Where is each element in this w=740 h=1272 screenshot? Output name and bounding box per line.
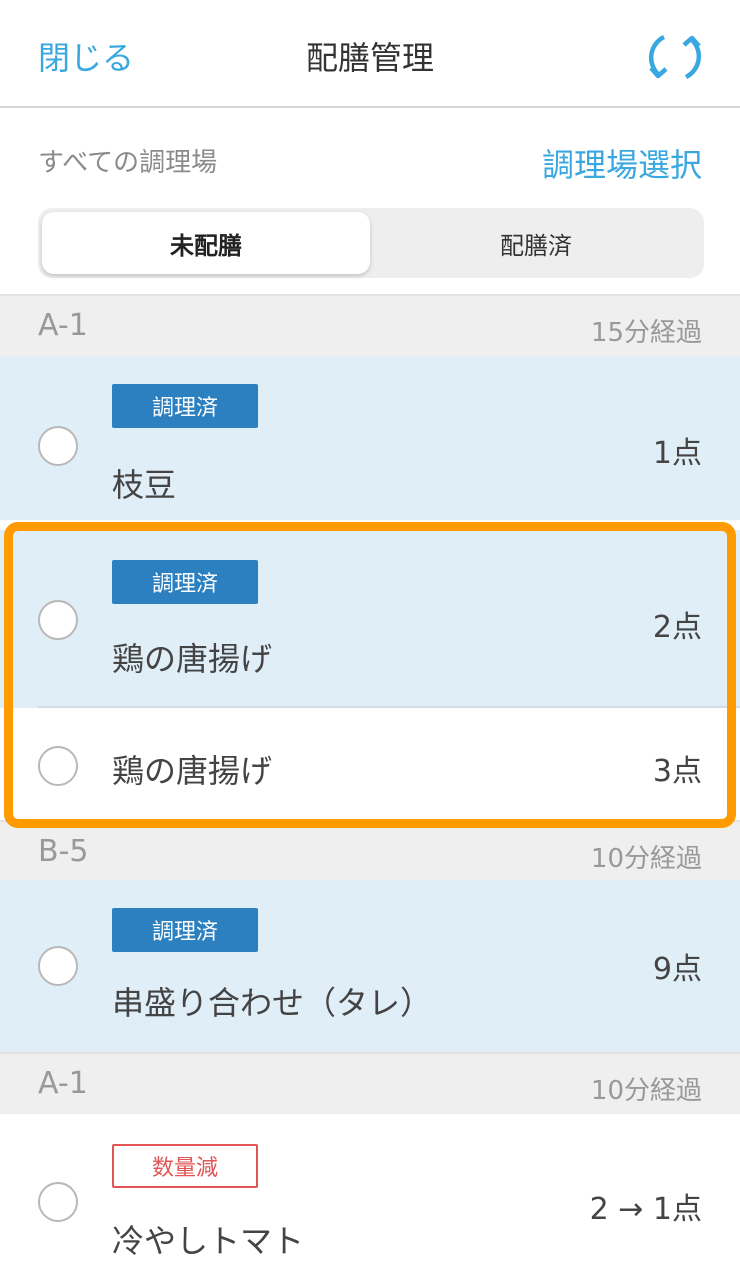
tab-served[interactable]: 配膳済 — [372, 212, 700, 274]
current-kitchen-label: すべての調理場 — [38, 148, 218, 178]
item-quantity: 9点 — [652, 952, 702, 987]
item-name: 枝豆 — [112, 466, 177, 504]
item-quantity: 1点 — [652, 436, 702, 471]
select-radio[interactable] — [38, 1182, 78, 1222]
table-number: B-5 — [38, 834, 89, 869]
order-item-row[interactable]: 数量減 冷やしトマト 2 → 1点 — [0, 1114, 740, 1272]
page-title: 配膳管理 — [305, 39, 434, 77]
order-item-row[interactable]: 調理済 枝豆 1点 — [0, 356, 740, 520]
status-badge: 調理済 — [112, 384, 258, 428]
elapsed-time: 15分経過 — [590, 318, 702, 348]
elapsed-time: 10分経過 — [590, 1076, 702, 1106]
kitchen-filter-bar: すべての調理場 調理場選択 — [0, 110, 740, 206]
order-item-row[interactable]: 鶏の唐揚げ 3点 — [0, 708, 740, 820]
order-item-row[interactable]: 調理済 串盛り合わせ（タレ） 9点 — [0, 880, 740, 1052]
select-kitchen-button[interactable]: 調理場選択 — [542, 140, 702, 186]
table-group-header: B-5 10分経過 — [0, 820, 740, 882]
table-number: A-1 — [38, 308, 88, 343]
select-radio[interactable] — [38, 946, 78, 986]
order-item-row[interactable]: 調理済 鶏の唐揚げ 2点 — [0, 530, 740, 708]
select-radio[interactable] — [38, 746, 78, 786]
status-badge: 調理済 — [112, 560, 258, 604]
item-quantity: 3点 — [652, 754, 702, 789]
select-radio[interactable] — [38, 600, 78, 640]
select-radio[interactable] — [38, 426, 78, 466]
elapsed-time: 10分経過 — [590, 844, 702, 874]
serving-status-segmented-control: 未配膳 配膳済 — [38, 208, 704, 278]
refresh-icon[interactable] — [646, 28, 704, 86]
item-name: 串盛り合わせ（タレ） — [112, 984, 433, 1022]
table-number: A-1 — [38, 1066, 88, 1101]
item-name: 冷やしトマト — [112, 1222, 305, 1260]
table-group-header: A-1 10分経過 — [0, 1052, 740, 1114]
table-group-header: A-1 15分経過 — [0, 294, 740, 356]
app-header: 閉じる 配膳管理 — [0, 0, 740, 108]
status-badge: 数量減 — [112, 1144, 258, 1188]
item-name: 鶏の唐揚げ — [112, 640, 273, 678]
tab-unserved[interactable]: 未配膳 — [42, 212, 370, 274]
status-badge: 調理済 — [112, 908, 258, 952]
item-quantity: 2 → 1点 — [589, 1192, 702, 1227]
item-name: 鶏の唐揚げ — [112, 752, 273, 790]
item-quantity: 2点 — [652, 610, 702, 645]
